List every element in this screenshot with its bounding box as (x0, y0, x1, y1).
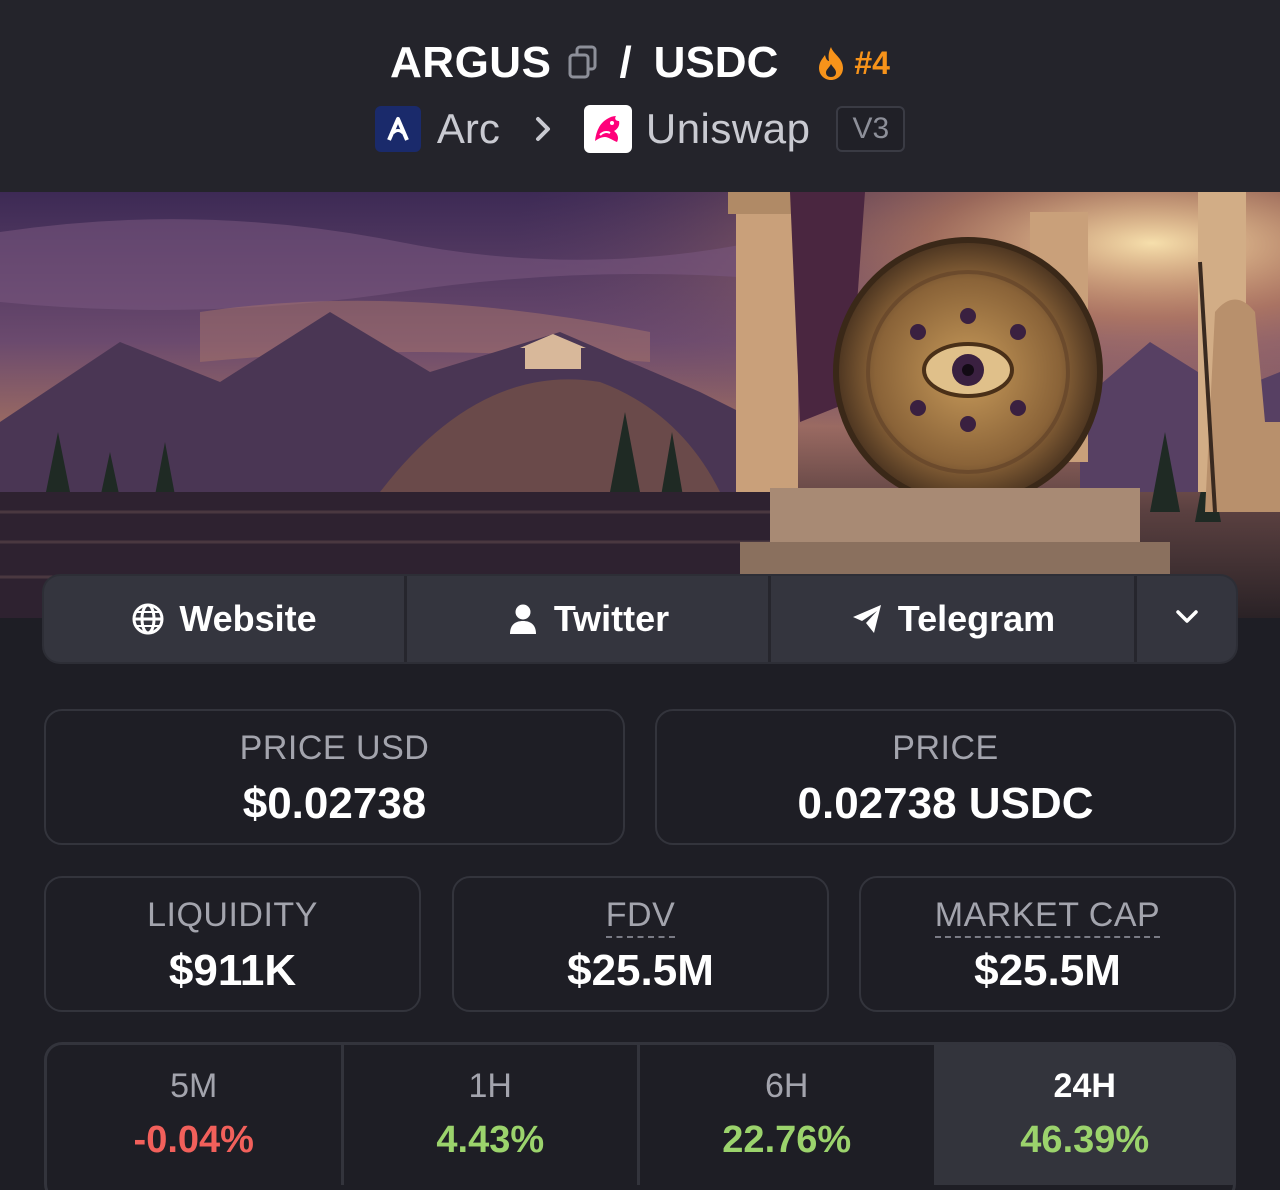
quote-token-symbol: USDC (653, 38, 779, 87)
tab-24h[interactable]: 24H 46.39% (936, 1045, 1233, 1185)
tab-label: 5M (170, 1067, 218, 1105)
price-change-tabs: 5M -0.04% 1H 4.43% 6H 22.76% 24H 46.39% (44, 1042, 1236, 1190)
liquidity-label: LIQUIDITY (147, 896, 318, 934)
price-change-value: 22.76% (722, 1119, 852, 1161)
token-banner-image (0, 192, 1280, 618)
chain-dex-row: Arc Uniswap V3 (0, 102, 1280, 156)
chevron-down-icon (1172, 598, 1202, 640)
twitter-link-button[interactable]: Twitter (407, 576, 771, 662)
chevron-right-icon (528, 111, 558, 147)
copy-icon[interactable] (565, 43, 601, 83)
price-change-value: 4.43% (436, 1119, 545, 1161)
dex-name[interactable]: Uniswap (646, 105, 811, 153)
fdv-label[interactable]: FDV (605, 896, 676, 938)
pair-separator: / (619, 38, 632, 87)
trending-rank-badge[interactable]: #4 (814, 44, 890, 82)
rank-text: #4 (854, 44, 890, 81)
fdv-label-wrap: FDV (454, 896, 827, 938)
pair-header: ARGUS / USDC #4 Arc Uniswap V3 (0, 0, 1280, 192)
telegram-link-label: Telegram (897, 598, 1056, 639)
price-usd-label: PRICE USD (239, 729, 430, 767)
market-cap-label[interactable]: MARKET CAP (934, 896, 1161, 938)
price-quote-value: 0.02738 USDC (797, 779, 1094, 828)
telegram-link-button[interactable]: Telegram (771, 576, 1137, 662)
dex-version-badge: V3 (836, 106, 906, 152)
tab-6h[interactable]: 6H 22.76% (640, 1045, 937, 1185)
market-cap-card: MARKET CAP $25.5M (859, 876, 1236, 1012)
tab-label: 24H (1053, 1067, 1116, 1105)
market-cap-value: $25.5M (974, 946, 1121, 995)
social-links-bar: Website Twitter Telegram (44, 576, 1236, 662)
fdv-card: FDV $25.5M (452, 876, 829, 1012)
website-link-label: Website (179, 598, 317, 639)
user-icon (506, 602, 540, 636)
price-usd-card: PRICE USD $0.02738 (44, 709, 625, 845)
tab-5m[interactable]: 5M -0.04% (47, 1045, 344, 1185)
base-token-symbol: ARGUS (390, 38, 552, 87)
arc-logo[interactable] (374, 106, 421, 152)
market-cap-label-wrap: MARKET CAP (861, 896, 1234, 938)
price-quote-label: PRICE (892, 729, 999, 767)
tab-label: 1H (468, 1067, 512, 1105)
uniswap-logo[interactable] (583, 105, 632, 153)
price-usd-value: $0.02738 (242, 779, 427, 828)
liquidity-card: LIQUIDITY $911K (44, 876, 421, 1012)
twitter-link-label: Twitter (553, 598, 670, 639)
fdv-value: $25.5M (567, 946, 714, 995)
send-icon (850, 602, 884, 636)
price-change-value: 46.39% (1020, 1119, 1150, 1161)
pair-title-row: ARGUS / USDC #4 (0, 36, 1280, 90)
price-quote-card: PRICE 0.02738 USDC (655, 709, 1236, 845)
chain-name[interactable]: Arc (437, 105, 500, 153)
globe-icon (131, 602, 165, 636)
more-links-button[interactable] (1137, 576, 1236, 662)
tab-1h[interactable]: 1H 4.43% (344, 1045, 640, 1185)
website-link-button[interactable]: Website (44, 576, 407, 662)
tab-label: 6H (765, 1067, 809, 1105)
banner-artwork (0, 192, 1280, 618)
flame-icon (814, 44, 848, 82)
price-change-value: -0.04% (133, 1119, 254, 1161)
liquidity-value: $911K (168, 946, 297, 995)
